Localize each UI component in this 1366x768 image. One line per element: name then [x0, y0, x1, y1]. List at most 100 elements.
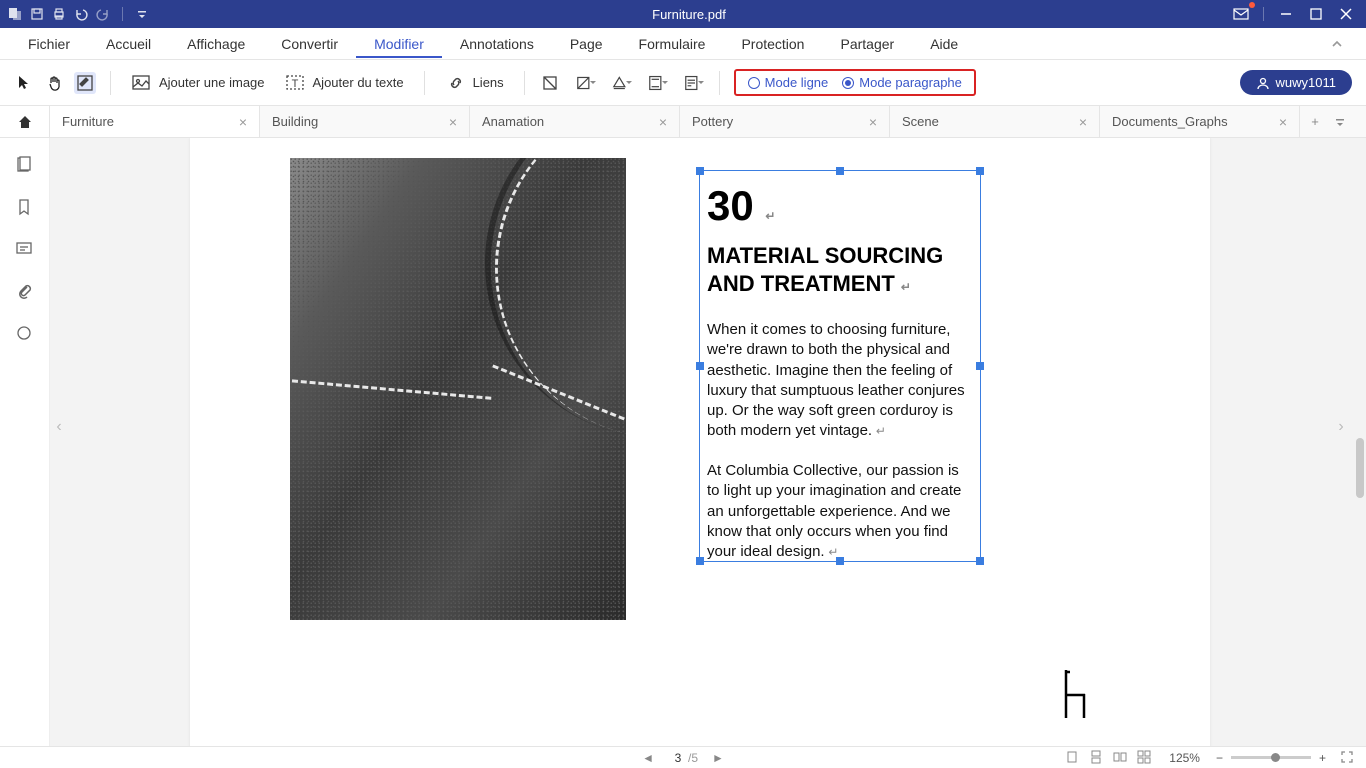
tab-overflow-icon[interactable]: [1330, 106, 1350, 137]
background-icon[interactable]: [611, 72, 633, 94]
page-total: /5: [688, 751, 698, 765]
edit-object-icon[interactable]: [74, 72, 96, 94]
resize-handle-tr[interactable]: [976, 167, 984, 175]
prev-page-arrow-icon[interactable]: ‹: [54, 418, 64, 436]
maximize-button[interactable]: [1304, 4, 1328, 24]
resize-handle-tm[interactable]: [836, 167, 844, 175]
links-button[interactable]: Liens: [439, 68, 510, 98]
watermark-icon[interactable]: [575, 72, 597, 94]
attachments-icon[interactable]: [15, 282, 35, 302]
menu-aide[interactable]: Aide: [912, 30, 976, 58]
sidebar-rail: [0, 138, 50, 746]
tab-close-icon[interactable]: ×: [659, 114, 667, 130]
view-facing-icon[interactable]: [1113, 750, 1129, 766]
redo-icon[interactable]: [96, 7, 110, 21]
menu-convertir[interactable]: Convertir: [263, 30, 356, 58]
menu-formulaire[interactable]: Formulaire: [621, 30, 724, 58]
bates-numbering-icon[interactable]: [683, 72, 705, 94]
pdf-page: 30 ↵ MATERIAL SOURCING AND TREATMENT ↵ W…: [190, 138, 1210, 746]
add-image-button[interactable]: Ajouter une image: [125, 68, 271, 98]
mode-paragraph-label: Mode paragraphe: [859, 75, 962, 90]
menu-modifier[interactable]: Modifier: [356, 30, 442, 58]
page-number-input[interactable]: [668, 751, 688, 765]
bookmarks-icon[interactable]: [15, 198, 35, 218]
zoom-level: 125%: [1169, 751, 1200, 765]
heading-text[interactable]: MATERIAL SOURCING AND TREATMENT ↵: [707, 242, 943, 297]
prev-page-button[interactable]: ◄: [642, 751, 654, 765]
menu-accueil[interactable]: Accueil: [88, 30, 169, 58]
mail-icon[interactable]: [1229, 4, 1253, 24]
hand-pan-icon[interactable]: [44, 72, 66, 94]
titlebar: Furniture.pdf: [0, 0, 1366, 28]
save-icon[interactable]: [30, 7, 44, 21]
tab-pottery[interactable]: Pottery ×: [680, 106, 890, 137]
mode-paragraph-radio[interactable]: Mode paragraphe: [842, 75, 962, 90]
tab-label: Pottery: [692, 114, 733, 129]
link-icon: [445, 72, 467, 94]
tab-close-icon[interactable]: ×: [869, 114, 877, 130]
add-image-label: Ajouter une image: [159, 75, 265, 90]
crop-icon[interactable]: [539, 72, 561, 94]
tab-label: Furniture: [62, 114, 114, 129]
tab-documents-graphs[interactable]: Documents_Graphs×: [1100, 106, 1300, 137]
resize-handle-bl[interactable]: [696, 557, 704, 565]
view-facing-continuous-icon[interactable]: [1137, 750, 1153, 766]
header-footer-icon[interactable]: [647, 72, 669, 94]
separator: [110, 71, 111, 95]
minimize-button[interactable]: [1274, 4, 1298, 24]
menu-fichier[interactable]: Fichier: [10, 30, 88, 58]
tab-furniture[interactable]: Furniture ×: [50, 106, 260, 137]
new-tab-button[interactable]: +: [1300, 106, 1330, 137]
next-page-arrow-icon[interactable]: ›: [1336, 418, 1346, 436]
zoom-out-button[interactable]: −: [1216, 751, 1223, 765]
tab-anamation[interactable]: Anamation×: [470, 106, 680, 137]
leather-image[interactable]: [290, 158, 626, 620]
view-continuous-icon[interactable]: [1089, 750, 1105, 766]
tab-close-icon[interactable]: ×: [449, 114, 457, 130]
user-account-button[interactable]: wuwy1011: [1240, 70, 1352, 95]
separator: [719, 71, 720, 95]
tab-building[interactable]: Building×: [260, 106, 470, 137]
scrollbar-thumb[interactable]: [1356, 438, 1364, 498]
select-arrow-icon[interactable]: [14, 72, 36, 94]
mode-line-label: Mode ligne: [765, 75, 829, 90]
next-page-button[interactable]: ►: [712, 751, 724, 765]
document-canvas[interactable]: ‹ 30 ↵ MATERIAL SOURCING AND: [50, 138, 1350, 746]
undo-icon[interactable]: [74, 7, 88, 21]
menu-protection[interactable]: Protection: [723, 30, 822, 58]
menu-affichage[interactable]: Affichage: [169, 30, 263, 58]
menu-partager[interactable]: Partager: [822, 30, 912, 58]
quickaccess-dropdown-icon[interactable]: [135, 7, 149, 21]
fullscreen-icon[interactable]: [1340, 750, 1356, 766]
resize-handle-mr[interactable]: [976, 362, 984, 370]
tab-scene[interactable]: Scene×: [890, 106, 1100, 137]
menu-annotations[interactable]: Annotations: [442, 30, 552, 58]
mode-line-radio[interactable]: Mode ligne: [748, 75, 829, 90]
tab-close-icon[interactable]: ×: [239, 114, 247, 130]
tab-close-icon[interactable]: ×: [1279, 114, 1287, 130]
home-tab[interactable]: [0, 106, 50, 137]
close-button[interactable]: [1334, 4, 1358, 24]
print-icon[interactable]: [52, 7, 66, 21]
collapse-ribbon-icon[interactable]: [1328, 35, 1346, 53]
tab-close-icon[interactable]: ×: [1079, 114, 1087, 130]
image-icon: [131, 72, 153, 94]
resize-handle-ml[interactable]: [696, 362, 704, 370]
paragraph-2[interactable]: At Columbia Collective, our passion is t…: [707, 461, 975, 562]
resize-handle-tl[interactable]: [696, 167, 704, 175]
zoom-slider[interactable]: [1231, 756, 1311, 759]
view-single-icon[interactable]: [1065, 750, 1081, 766]
menubar: Fichier Accueil Affichage Convertir Modi…: [0, 28, 1366, 60]
search-panel-icon[interactable]: [15, 324, 35, 344]
vertical-scrollbar[interactable]: [1350, 138, 1366, 746]
resize-handle-br[interactable]: [976, 557, 984, 565]
zoom-in-button[interactable]: +: [1319, 751, 1326, 765]
zoom-slider-thumb[interactable]: [1271, 753, 1280, 762]
paragraph-1[interactable]: When it comes to choosing furniture, we'…: [707, 320, 967, 442]
menu-page[interactable]: Page: [552, 30, 621, 58]
page-number-text[interactable]: 30 ↵: [707, 182, 775, 230]
add-text-button[interactable]: T Ajouter du texte: [279, 68, 410, 98]
separator: [122, 7, 123, 21]
comments-icon[interactable]: [15, 240, 35, 260]
thumbnails-icon[interactable]: [15, 156, 35, 176]
